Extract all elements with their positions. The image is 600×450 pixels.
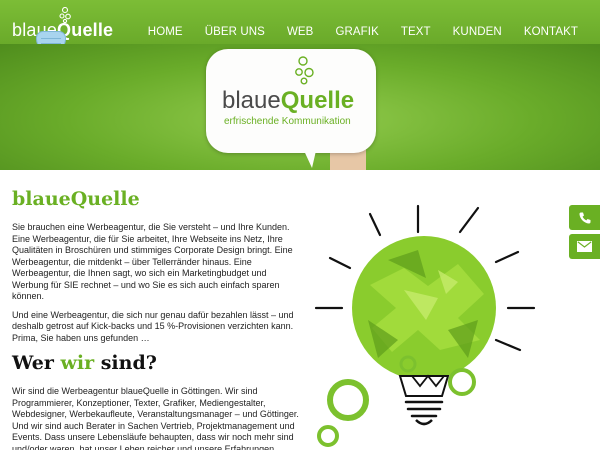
heading-pre: Wer xyxy=(12,352,61,374)
hero-bubbles-icon xyxy=(295,56,314,85)
hero-brand: blaueQuelle xyxy=(222,87,354,115)
speech-bubble-tail xyxy=(300,142,318,168)
heading-highlight: wir xyxy=(60,352,95,374)
hero-brand-prefix: blaue xyxy=(222,87,281,114)
nav-item-kontakt[interactable]: KONTAKT xyxy=(524,26,578,38)
main-content: blaueQuelle Sie brauchen eine Werbeagent… xyxy=(12,188,302,450)
heading-post: sind? xyxy=(94,352,157,374)
page-title: blaueQuelle xyxy=(12,188,140,210)
nav-item-text[interactable]: TEXT xyxy=(401,26,431,38)
mail-contact-button[interactable] xyxy=(569,234,600,259)
section-heading: Wer wir sind? xyxy=(12,352,302,374)
hero-brand-strong: Quelle xyxy=(280,87,355,114)
phone-contact-button[interactable] xyxy=(569,205,600,230)
site-header: blaueQuelle HOME ÜBER UNS WEB GRAFIK TEX… xyxy=(0,0,600,51)
second-paragraph: Und eine Werbeagentur, die sich nur gena… xyxy=(12,309,294,343)
lightbulb-illustration xyxy=(314,204,536,447)
nav-item-grafik[interactable]: GRAFIK xyxy=(335,26,378,38)
nav-item-home[interactable]: HOME xyxy=(148,26,183,38)
hero-tagline: erfrischende Kommunikation xyxy=(224,116,351,127)
main-nav: HOME ÜBER UNS WEB GRAFIK TEXT KUNDEN KON… xyxy=(126,26,578,38)
nav-item-ueber-uns[interactable]: ÜBER UNS xyxy=(205,26,265,38)
about-paragraph: Wir sind die Werbeagentur blaueQuelle in… xyxy=(12,386,299,450)
nav-item-kunden[interactable]: KUNDEN xyxy=(453,26,502,38)
hero-banner: blaueQuelle erfrischende Kommunikation xyxy=(0,44,600,170)
phone-icon xyxy=(578,212,590,224)
intro-paragraph: Sie brauchen eine Werbeagentur, die Sie … xyxy=(12,222,293,301)
mail-icon xyxy=(577,241,592,252)
nav-item-web[interactable]: WEB xyxy=(287,26,314,38)
